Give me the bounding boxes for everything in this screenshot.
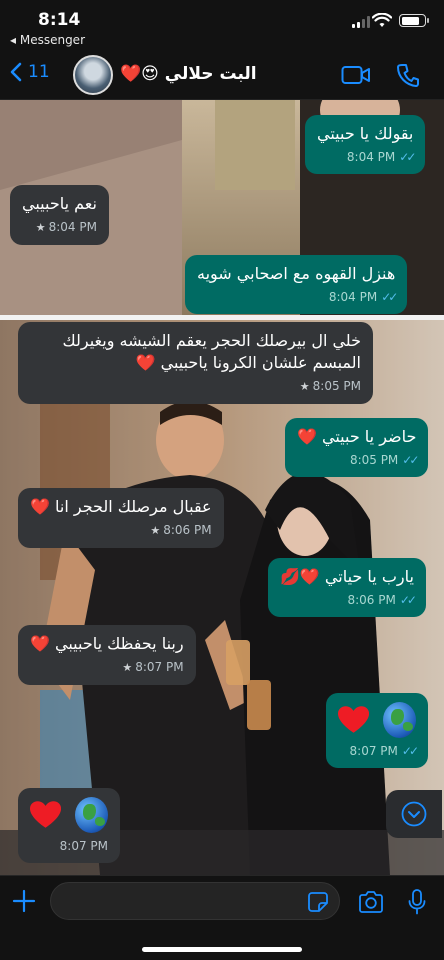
message-meta: ★ 8:04 PM xyxy=(35,220,97,234)
message-bubble[interactable]: عقبال مرصلك الحجر انا ❤️ ★ 8:06 PM xyxy=(18,488,224,548)
read-ticks-icon: ✓✓ xyxy=(402,453,419,467)
star-icon: ★ xyxy=(299,380,310,393)
message-meta: ★ 8:06 PM xyxy=(150,523,212,537)
contact-name[interactable]: البت حلالي 😍❤️ xyxy=(120,64,257,84)
video-call-icon[interactable] xyxy=(341,65,371,85)
contact-avatar[interactable] xyxy=(73,55,113,95)
scroll-to-bottom-button[interactable] xyxy=(386,790,442,838)
battery-icon xyxy=(399,14,429,27)
status-bar: 8:14 ◂ Messenger xyxy=(0,0,444,50)
message-meta: 8:04 PM ✓✓ xyxy=(328,290,398,304)
emoji-message xyxy=(338,701,416,739)
chat-area[interactable]: بقولك يا حبيتي 8:04 PM ✓✓ نعم ياحبيبي ★ 8:… xyxy=(0,100,444,875)
message-text: المبسم علشان الكرونا ياحبيبي ❤️ xyxy=(135,353,361,372)
chat-header: 11 البت حلالي 😍❤️ xyxy=(0,50,444,100)
message-bubble[interactable]: نعم ياحبيبي ★ 8:04 PM xyxy=(10,185,109,245)
globe-emoji-icon xyxy=(75,797,108,833)
message-bubble[interactable]: هنزل القهوه مع اصحابي شويه 8:04 PM ✓✓ xyxy=(185,255,408,314)
home-indicator[interactable] xyxy=(142,947,302,952)
message-text: نعم ياحبيبي xyxy=(22,194,97,213)
heart-emoji-icon xyxy=(338,706,370,733)
message-meta: ★ 8:07 PM xyxy=(122,660,184,674)
chevron-left-icon xyxy=(10,62,22,82)
globe-emoji-icon xyxy=(383,702,416,738)
message-meta: 8:07 PM xyxy=(59,839,108,853)
message-bubble[interactable]: ربنا يحفظك ياحبيبي ❤️ ★ 8:07 PM xyxy=(18,625,196,685)
star-icon: ★ xyxy=(35,221,46,234)
read-ticks-icon: ✓✓ xyxy=(401,744,419,758)
camera-icon[interactable] xyxy=(358,891,384,913)
message-meta: 8:07 PM ✓✓ xyxy=(349,744,419,758)
message-bubble[interactable]: حاضر يا حبيتي ❤️ 8:05 PM ✓✓ xyxy=(285,418,429,477)
message-meta: 8:04 PM ✓✓ xyxy=(346,150,416,164)
read-ticks-icon: ✓✓ xyxy=(399,150,416,164)
message-bubble[interactable]: بقولك يا حبيتي 8:04 PM ✓✓ xyxy=(305,115,426,174)
back-to-app-link[interactable]: ◂ Messenger xyxy=(10,33,85,47)
message-bubble[interactable]: 8:07 PM xyxy=(18,788,120,863)
message-text: يارب يا حياتي ❤️💋 xyxy=(280,567,414,586)
phone-call-icon[interactable] xyxy=(397,63,419,87)
heart-emoji-icon xyxy=(30,801,62,828)
message-text: عقبال مرصلك الحجر انا ❤️ xyxy=(30,497,212,516)
message-meta: 8:05 PM ✓✓ xyxy=(349,453,419,467)
signal-icon xyxy=(352,16,370,28)
back-button[interactable]: 11 xyxy=(10,62,50,82)
read-ticks-icon: ✓✓ xyxy=(381,290,398,304)
status-time: 8:14 xyxy=(38,10,81,30)
message-bubble[interactable]: يارب يا حياتي ❤️💋 8:06 PM ✓✓ xyxy=(268,558,426,617)
unread-count: 11 xyxy=(28,62,50,82)
message-text: ربنا يحفظك ياحبيبي ❤️ xyxy=(30,634,184,653)
message-text: هنزل القهوه مع اصحابي شويه xyxy=(197,264,396,283)
plus-icon[interactable] xyxy=(12,889,36,913)
chevron-down-circle-icon xyxy=(401,801,427,827)
message-text: بقولك يا حبيتي xyxy=(317,124,414,143)
star-icon: ★ xyxy=(150,524,161,537)
read-ticks-icon: ✓✓ xyxy=(399,593,417,607)
sticker-icon[interactable] xyxy=(308,892,328,912)
message-text: حاضر يا حبيتي ❤️ xyxy=(297,427,417,446)
message-bubble[interactable]: 8:07 PM ✓✓ xyxy=(326,693,428,768)
message-text: خلي ال بيرصلك الحجر يعقم الشيشه ويغيرلك xyxy=(62,331,362,350)
message-meta: ★ 8:05 PM xyxy=(299,379,361,393)
wifi-icon xyxy=(372,13,392,27)
microphone-icon[interactable] xyxy=(408,889,426,915)
composer-bar xyxy=(0,875,444,960)
message-bubble[interactable]: خلي ال بيرصلك الحجر يعقم الشيشه ويغيرلك … xyxy=(18,322,373,404)
message-meta: 8:06 PM ✓✓ xyxy=(347,593,417,607)
message-input[interactable] xyxy=(50,882,340,920)
star-icon: ★ xyxy=(122,661,133,674)
emoji-message xyxy=(30,796,108,834)
